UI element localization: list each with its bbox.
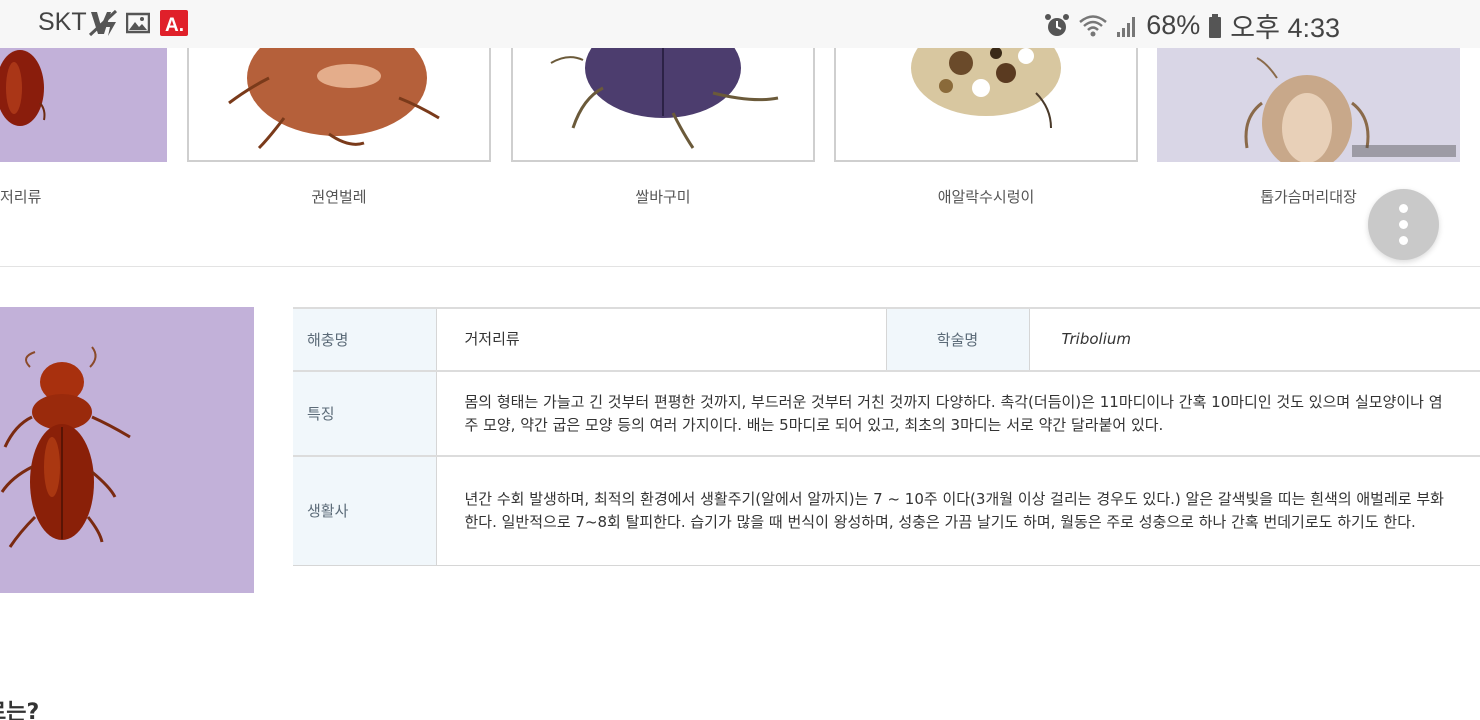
pest-name-value: 거저리류: [436, 307, 886, 372]
gallery-icon: [126, 12, 150, 34]
signal-icon: [1117, 16, 1136, 37]
more-options-button[interactable]: [1368, 189, 1439, 260]
beetle-image: [0, 50, 46, 126]
scientific-name-label: 학술명: [885, 307, 1030, 372]
carousel-thumb-2[interactable]: [187, 48, 491, 162]
pest-name-label: 해충명: [293, 307, 437, 372]
status-bar: SKT A. 68% 오후 4:33: [0, 0, 1480, 48]
pest-info-table: 해충명 거저리류 학술명 Tribolium 특징 몸의 형태는 가늘고 긴 것…: [293, 307, 1480, 566]
beetle-image: [0, 346, 131, 548]
carousel-caption-2[interactable]: 권연벌레: [187, 186, 491, 207]
carousel-caption-4[interactable]: 애알락수시렁이: [834, 186, 1138, 207]
dot-icon: [1399, 236, 1408, 245]
alarm-icon: [1045, 13, 1070, 36]
no-charge-icon: [88, 9, 118, 37]
battery-icon: [1209, 13, 1222, 38]
app-a-icon: A.: [160, 10, 188, 36]
carousel-thumb-3[interactable]: [511, 48, 815, 162]
beetle-image: [228, 48, 440, 150]
section-divider: [0, 266, 1480, 267]
carousel-thumb-4[interactable]: [834, 48, 1138, 162]
life-history-value: 년간 수회 발생하며, 최적의 환경에서 생활주기(알에서 알까지)는 7 ~ …: [436, 455, 1480, 566]
life-history-label: 생활사: [293, 455, 437, 566]
table-row: 해충명 거저리류 학술명 Tribolium: [293, 307, 1480, 372]
svg-text:A.: A.: [165, 15, 184, 36]
section-heading: 로는?: [0, 700, 40, 720]
beetle-image: [550, 48, 779, 149]
detail-image: [0, 307, 254, 593]
table-row: 생활사 년간 수회 발생하며, 최적의 환경에서 생활주기(알에서 알까지)는 …: [293, 455, 1480, 566]
beetle-image: [911, 48, 1061, 129]
dot-icon: [1399, 220, 1408, 229]
scientific-name-value: Tribolium: [1029, 307, 1480, 372]
carousel-caption-1[interactable]: 저리류: [0, 186, 44, 207]
carousel-caption-3[interactable]: 쌀바구미: [511, 186, 815, 207]
features-value: 몸의 형태는 가늘고 긴 것부터 편평한 것까지, 부드러운 것부터 거친 것까…: [436, 370, 1480, 457]
carousel-thumb-5[interactable]: [1157, 48, 1460, 162]
clock: 오후 4:33: [1230, 13, 1340, 43]
battery-percent: 68%: [1146, 10, 1201, 40]
dot-icon: [1399, 204, 1408, 213]
carousel-thumb-1[interactable]: [0, 48, 167, 162]
beetle-image: [1244, 57, 1456, 162]
wifi-icon: [1079, 14, 1108, 36]
status-right: 68% 오후 4:33: [1044, 6, 1340, 45]
carrier-label: SKT: [38, 8, 87, 36]
features-label: 특징: [293, 370, 437, 457]
table-row: 특징 몸의 형태는 가늘고 긴 것부터 편평한 것까지, 부드러운 것부터 거친…: [293, 370, 1480, 457]
